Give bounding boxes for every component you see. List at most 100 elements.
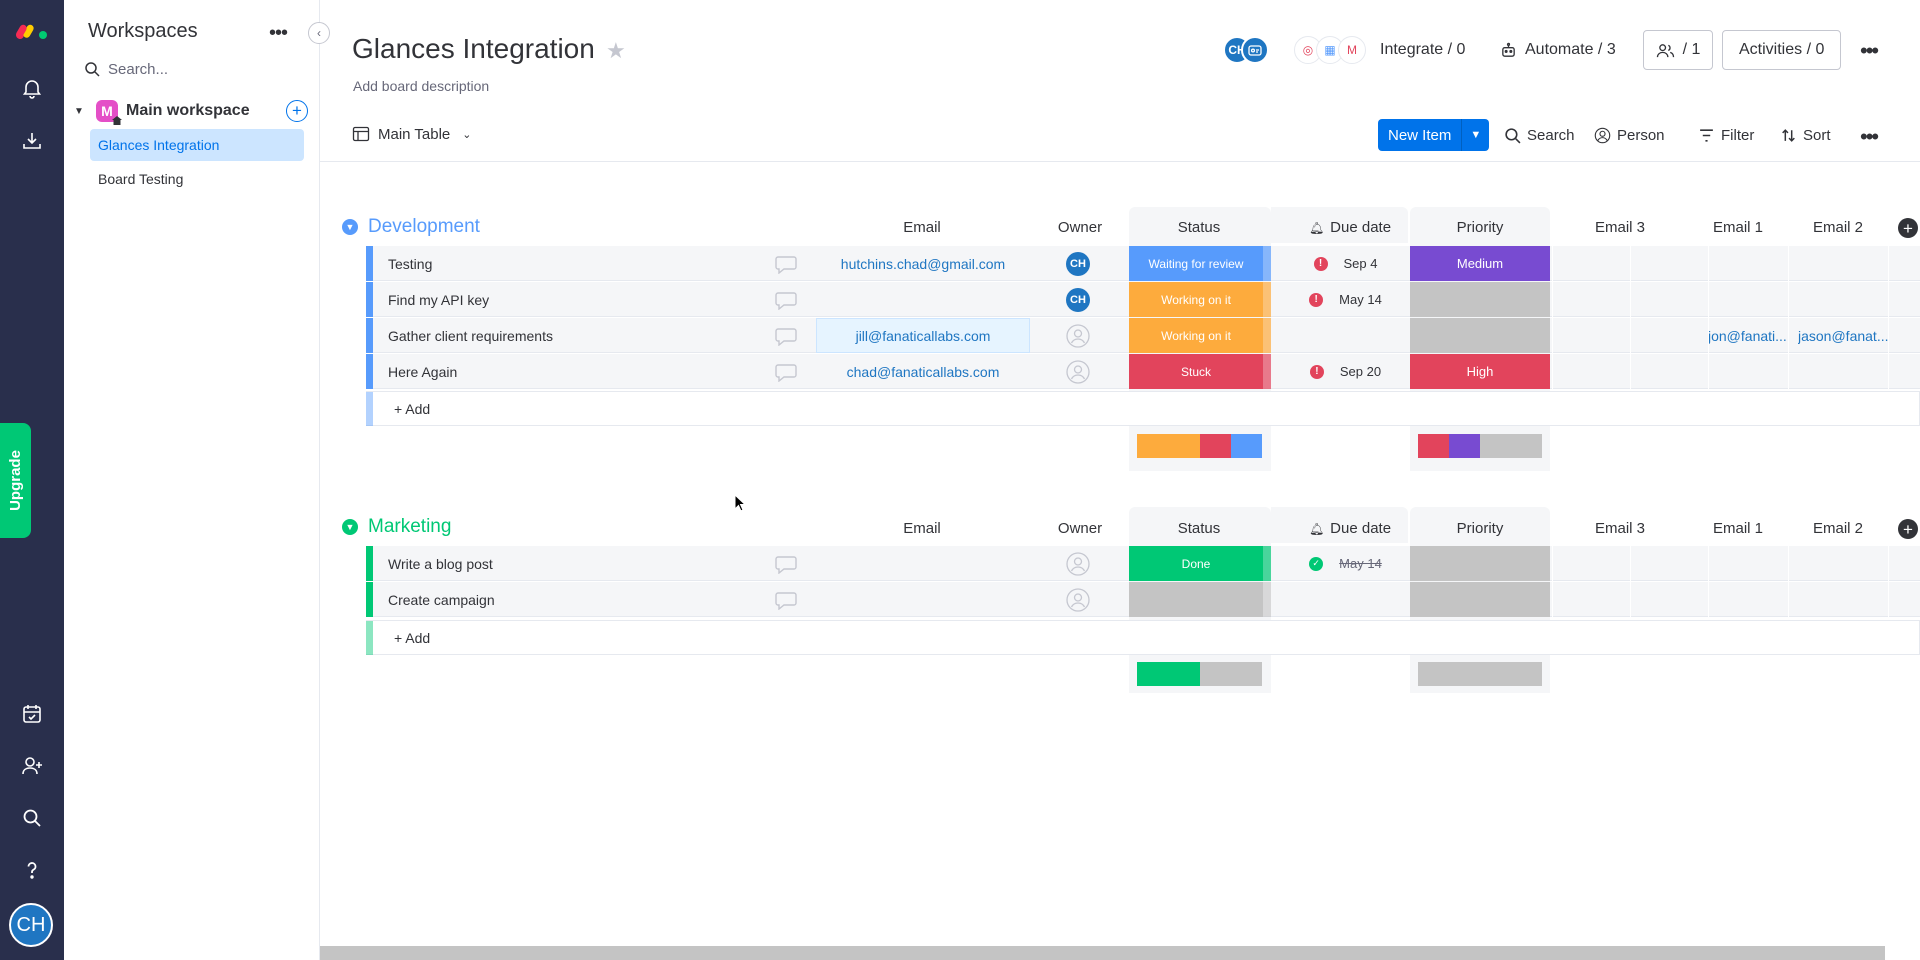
email-cell[interactable] — [816, 582, 1030, 617]
status-cell[interactable]: Stuck — [1129, 354, 1263, 389]
email-1-cell[interactable] — [1708, 282, 1788, 317]
integration-app-icons[interactable]: ◎ ▦ M — [1294, 36, 1366, 64]
email-1-cell[interactable] — [1708, 246, 1788, 281]
table-row[interactable]: Find my API key CH Working on it! May 14 — [366, 282, 1920, 317]
status-cell[interactable]: Done — [1129, 546, 1263, 581]
item-updates-chat-icon[interactable] — [774, 554, 798, 575]
priority-cell[interactable] — [1410, 282, 1550, 317]
monday-logo[interactable] — [14, 20, 50, 42]
priority-cell[interactable] — [1410, 582, 1550, 617]
due-date-cell[interactable]: ! Sep 20 — [1271, 354, 1420, 389]
inbox-download-icon[interactable] — [18, 127, 46, 155]
item-updates-chat-icon[interactable] — [774, 590, 798, 611]
status-cell[interactable] — [1129, 582, 1263, 617]
workspace-options-more-icon[interactable]: ••• — [269, 22, 288, 45]
email-1-cell[interactable] — [1708, 354, 1788, 389]
workspace-selector[interactable]: ▼ M Main workspace + — [72, 98, 312, 124]
status-summary-bar[interactable] — [1137, 434, 1262, 458]
new-item-button[interactable]: New Item — [1378, 119, 1461, 151]
notifications-bell-icon[interactable] — [18, 74, 46, 102]
item-name[interactable]: Create campaign — [388, 582, 495, 617]
column-header-status[interactable]: Status — [1139, 219, 1259, 236]
column-header-email-2[interactable]: Email 2 — [1798, 219, 1878, 236]
owner-cell[interactable] — [1066, 360, 1090, 384]
workspace-search-input[interactable]: Search... — [84, 56, 294, 82]
integrate-button[interactable]: Integrate / 0 — [1380, 30, 1465, 70]
email-cell[interactable] — [816, 546, 1030, 581]
owner-cell[interactable]: CH — [1066, 288, 1090, 312]
user-avatar[interactable]: CH — [9, 903, 53, 947]
board-members-button[interactable]: / 1 — [1643, 30, 1713, 70]
column-header-email-1[interactable]: Email 1 — [1698, 219, 1778, 236]
horizontal-scrollbar[interactable] — [320, 946, 1885, 960]
due-date-cell[interactable] — [1271, 318, 1420, 353]
item-name[interactable]: Write a blog post — [388, 546, 493, 581]
sort-button[interactable]: Sort — [1780, 124, 1831, 146]
due-date-cell[interactable] — [1271, 582, 1420, 617]
upgrade-button[interactable]: Upgrade — [0, 423, 31, 538]
collapse-sidebar-chevron-icon[interactable]: ‹ — [308, 22, 330, 44]
email-2-cell[interactable] — [1798, 282, 1888, 317]
column-header-email[interactable]: Email — [865, 219, 979, 236]
column-header-priority[interactable]: Priority — [1420, 219, 1540, 236]
table-row[interactable]: Testing hutchins.chad@gmail.com CH Waiting … — [366, 246, 1920, 281]
priority-cell[interactable] — [1410, 318, 1550, 353]
my-work-calendar-icon[interactable] — [18, 700, 46, 728]
item-name[interactable]: Find my API key — [388, 282, 489, 317]
column-header-status[interactable]: Status — [1139, 520, 1259, 537]
email-1-cell[interactable]: jon@fanati... — [1708, 318, 1788, 353]
group-collapse-chevron-icon[interactable]: ▼ — [342, 219, 358, 235]
add-item-label[interactable]: + Add — [394, 621, 430, 655]
sidebar-board-board-testing[interactable]: Board Testing — [90, 163, 304, 195]
status-cell[interactable]: Working on it — [1129, 318, 1263, 353]
board-title[interactable]: Glances Integration — [352, 33, 595, 65]
due-date-cell[interactable]: ! May 14 — [1271, 282, 1420, 317]
board-description[interactable]: Add board description — [353, 78, 489, 94]
board-more-options-icon[interactable]: ••• — [1860, 38, 1879, 64]
priority-cell[interactable]: High — [1410, 354, 1550, 389]
column-header-owner[interactable]: Owner — [1040, 520, 1120, 537]
due-date-cell[interactable]: ! Sep 4 — [1271, 246, 1420, 281]
owner-cell[interactable] — [1066, 552, 1090, 576]
column-header-due-date[interactable]: 🔔︎ Due date — [1300, 520, 1400, 537]
add-item-row[interactable]: + Add — [366, 620, 1920, 655]
person-filter-button[interactable]: Person — [1594, 124, 1665, 146]
item-updates-chat-icon[interactable] — [774, 326, 798, 347]
search-button[interactable]: Search — [1504, 124, 1575, 146]
favorite-star-icon[interactable]: ★ — [606, 38, 626, 64]
chevron-down-icon[interactable]: ⌄ — [462, 128, 471, 141]
column-header-priority[interactable]: Priority — [1420, 520, 1540, 537]
toolbar-more-options-icon[interactable]: ••• — [1860, 124, 1879, 150]
column-header-due-date[interactable]: 🔔︎ Due date — [1300, 219, 1400, 236]
owner-cell[interactable]: CH — [1066, 252, 1090, 276]
status-cell[interactable]: Waiting for review — [1129, 246, 1263, 281]
status-cell[interactable]: Working on it — [1129, 282, 1263, 317]
item-updates-chat-icon[interactable] — [774, 362, 798, 383]
status-summary-bar[interactable] — [1137, 662, 1262, 686]
email-cell[interactable]: chad@fanaticallabs.com — [816, 354, 1030, 389]
caret-down-icon[interactable]: ▼ — [74, 106, 86, 117]
search-everything-icon[interactable] — [18, 804, 46, 832]
item-name[interactable]: Gather client requirements — [388, 318, 553, 353]
column-header-owner[interactable]: Owner — [1040, 219, 1120, 236]
column-header-email-1[interactable]: Email 1 — [1698, 520, 1778, 537]
item-name[interactable]: Testing — [388, 246, 432, 281]
email-2-cell[interactable] — [1798, 354, 1888, 389]
activities-button[interactable]: Activities / 0 — [1722, 30, 1842, 70]
due-date-cell[interactable]: ✓ May 14 — [1271, 546, 1420, 581]
table-row[interactable]: Here Again chad@fanaticallabs.com Stuck! Se… — [366, 354, 1920, 389]
priority-summary-bar[interactable] — [1418, 434, 1542, 458]
email-2-cell[interactable] — [1798, 246, 1888, 281]
add-to-workspace-plus-icon[interactable]: + — [286, 100, 308, 122]
board-subscribers[interactable]: CH — [1223, 36, 1269, 64]
email-cell[interactable]: hutchins.chad@gmail.com — [816, 246, 1030, 281]
priority-summary-bar[interactable] — [1418, 662, 1542, 686]
group-collapse-chevron-icon[interactable]: ▼ — [342, 519, 358, 535]
email-cell[interactable] — [816, 282, 1030, 317]
table-row[interactable]: Write a blog post Done ✓ May 14 — [366, 546, 1920, 581]
email-2-cell[interactable]: jason@fanat... — [1798, 318, 1888, 353]
owner-cell[interactable] — [1066, 588, 1090, 612]
priority-cell[interactable] — [1410, 546, 1550, 581]
automate-button[interactable]: Automate / 3 — [1500, 30, 1616, 70]
add-column-plus-icon[interactable]: + — [1898, 218, 1918, 238]
